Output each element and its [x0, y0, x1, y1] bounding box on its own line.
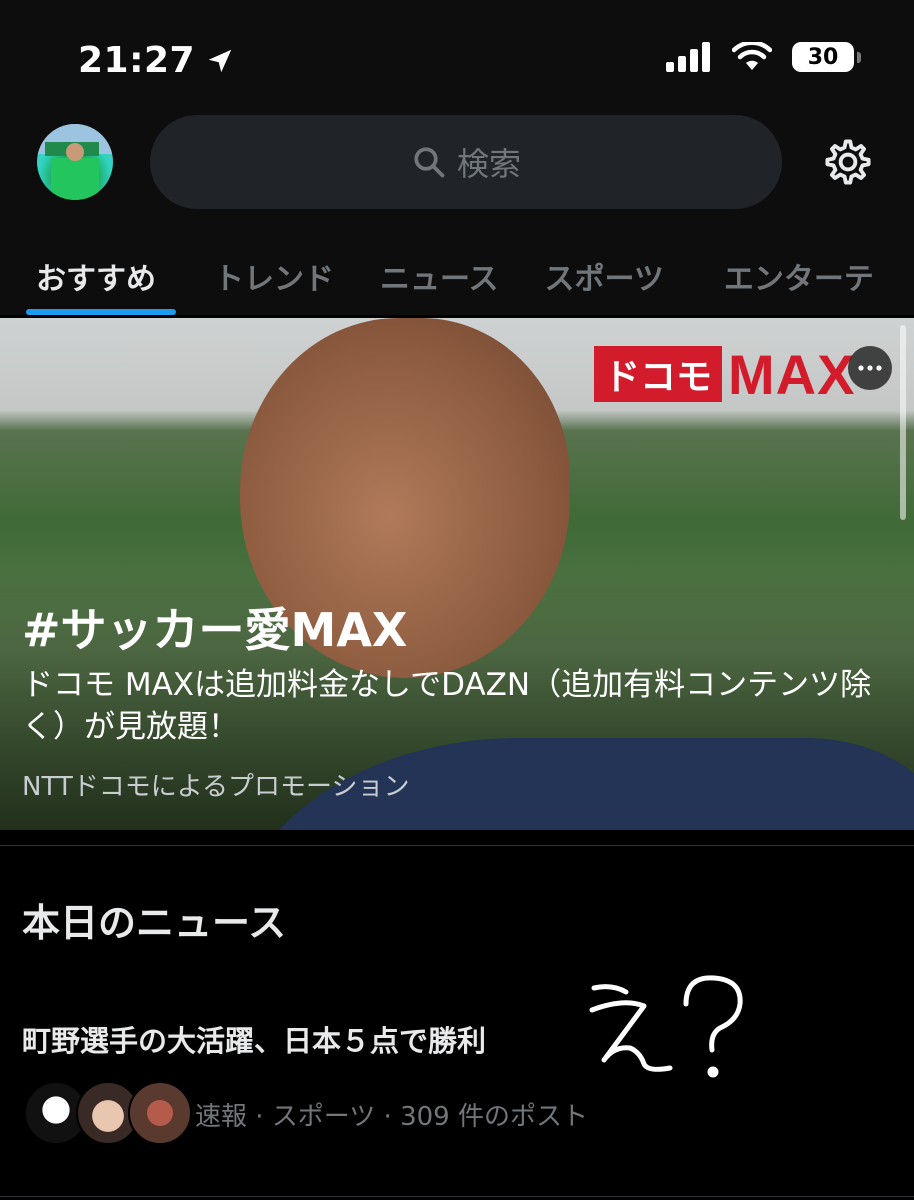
scrollbar[interactable] — [900, 325, 906, 520]
status-bar: 21:27 30 — [0, 0, 914, 115]
promo-description: ドコモ MAXは追加料金なしでDAZN（追加有料コンテンツ除く）が見放題！ — [22, 667, 872, 745]
profile-avatar[interactable] — [37, 124, 113, 200]
tab-trending[interactable]: トレンド — [214, 254, 334, 298]
tab-news[interactable]: ニュース — [380, 254, 499, 298]
active-tab-indicator — [26, 309, 176, 315]
handwritten-annotation — [586, 971, 747, 1081]
explore-tabs: おすすめ トレンド ニュース スポーツ エンターテ — [0, 237, 914, 315]
search-input[interactable]: 検索 — [150, 115, 782, 209]
tab-sports[interactable]: スポーツ — [545, 254, 664, 298]
news-item-meta: 速報 · スポーツ · 309 件のポスト — [195, 1102, 588, 1132]
battery-indicator: 30 — [792, 42, 861, 72]
avatar-image — [37, 124, 113, 200]
logo-docomo-text: ドコモ — [594, 346, 723, 402]
wifi-icon — [732, 42, 772, 70]
settings-gear-icon[interactable] — [822, 136, 874, 188]
more-options-button[interactable] — [848, 346, 892, 390]
status-indicators: 30 — [666, 42, 861, 72]
ellipsis-icon — [858, 365, 882, 371]
search-icon — [414, 147, 445, 178]
promo-advertiser-label: NTTドコモによるプロモーション — [22, 772, 410, 802]
search-placeholder: 検索 — [456, 145, 521, 183]
location-arrow-icon — [208, 49, 232, 72]
section-divider — [0, 1196, 914, 1197]
promoted-trend-banner[interactable]: ドコモ MAX — [0, 318, 914, 830]
explore-header: 検索 おすすめ トレンド ニュース スポーツ エンターテ — [0, 115, 914, 315]
cellular-signal-icon — [666, 42, 710, 72]
status-time: 21:27 — [78, 40, 196, 81]
battery-level: 30 — [807, 44, 839, 70]
news-item-title[interactable]: 町野選手の大活躍、日本５点で勝利 — [22, 1018, 486, 1060]
news-item-avatars — [24, 1081, 192, 1145]
todays-news-heading: 本日のニュース — [22, 901, 287, 945]
promo-hashtag-title[interactable]: #サッカー愛MAX — [22, 594, 407, 660]
logo-max-text: MAX — [728, 342, 856, 406]
section-divider — [0, 845, 914, 846]
avatar — [128, 1081, 192, 1145]
status-clock: 21:27 — [78, 40, 235, 81]
tab-recommended[interactable]: おすすめ — [36, 254, 156, 298]
docomo-max-logo: ドコモ MAX — [594, 343, 884, 406]
tab-entertainment[interactable]: エンターテ — [724, 254, 874, 298]
